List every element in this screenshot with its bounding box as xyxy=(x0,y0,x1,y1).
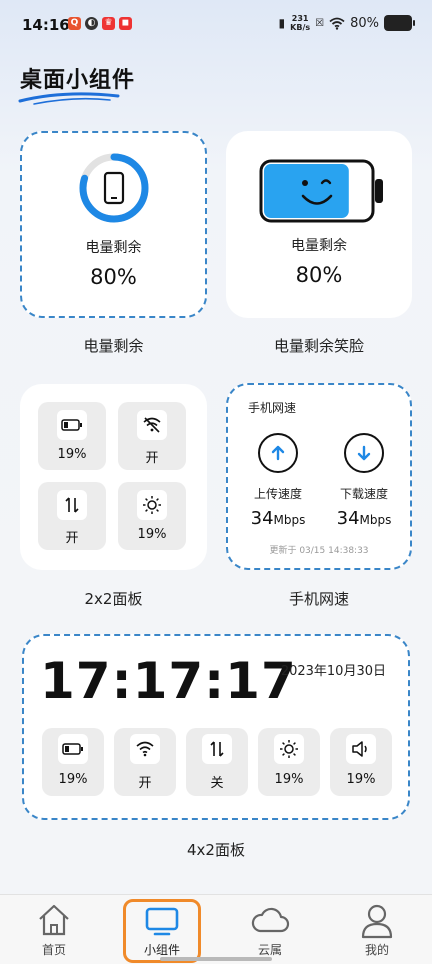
vibrate-icon: ▮ xyxy=(278,16,286,30)
battery-smile-icon xyxy=(259,159,383,223)
panel-4x2-tile-text: 19% xyxy=(346,772,376,787)
panel-2x2-caption: 2x2面板 xyxy=(84,590,143,608)
net-speed-updated-time: 更新于 03/15 14:38:33 xyxy=(269,546,369,556)
app-notification-icon: Q xyxy=(68,17,81,30)
panel-4x2-tile-text: 开 xyxy=(138,776,152,791)
home-indicator xyxy=(160,957,272,961)
nav-label-widgets: 小组件 xyxy=(143,943,180,957)
sim-off-icon: ☒ xyxy=(315,17,325,29)
panel-4x2-tile-wifi[interactable]: 开 xyxy=(114,728,176,796)
panel-4x2-tile-text: 19% xyxy=(58,772,88,787)
status-bar: 14:16 Q ◐ ♛ ◼ ▮ 231 KB/s ☒ 80% xyxy=(0,0,432,50)
download-arrow-icon xyxy=(344,433,384,473)
notification-icons: Q ◐ ♛ ◼ xyxy=(68,17,132,30)
battery-ring-caption: 电量剩余 xyxy=(83,337,144,355)
panel-2x2-tile-text: 开 xyxy=(145,451,159,466)
net-speed-widget[interactable]: 手机网速 上传速度 下载速度 34Mbps 34Mbps 更新于 03/15 1… xyxy=(226,383,412,570)
brightness-icon xyxy=(274,734,304,764)
panel-4x2-tile-data[interactable]: 关 xyxy=(186,728,248,796)
battery-smile-caption: 电量剩余笑脸 xyxy=(273,337,364,355)
panel-2x2-tile-wifi[interactable]: 开 xyxy=(118,402,186,470)
status-right: ▮ 231 KB/s ☒ 80% xyxy=(278,14,415,32)
wifi-off-icon xyxy=(137,410,167,440)
upload-label: 上传速度 xyxy=(253,487,302,501)
download-label: 下载速度 xyxy=(339,487,388,501)
upload-unit: Mbps xyxy=(273,513,306,527)
panel-2x2-tile-battery[interactable]: 19% xyxy=(38,402,106,470)
battery-smile-value: 80% xyxy=(295,263,343,287)
panel-4x2-caption: 4x2面板 xyxy=(187,841,245,859)
battery-percent: 80% xyxy=(350,15,379,31)
panel-2x2-tile-brightness[interactable]: 19% xyxy=(118,482,186,550)
panel-4x2-tile-battery[interactable]: 19% xyxy=(42,728,104,796)
nav-item-home[interactable]: 首页 xyxy=(14,895,94,963)
panel-4x2-tile-text: 关 xyxy=(210,776,224,791)
title-underline-decoration xyxy=(18,92,120,105)
download-value-number: 34 xyxy=(336,508,360,529)
home-icon xyxy=(39,904,69,936)
panel-4x2-widget[interactable]: 17:17:17 2023年10月30日 19% 开 关 19% 19% xyxy=(22,634,410,820)
panel-2x2-tile-text: 开 xyxy=(65,531,79,546)
battery-ring-value: 80% xyxy=(90,265,137,289)
battery-icon xyxy=(58,734,88,764)
nav-item-profile[interactable]: 我的 xyxy=(337,895,417,963)
battery-icon xyxy=(57,410,87,440)
upload-value-number: 34 xyxy=(250,508,274,529)
wifi-status-icon xyxy=(329,17,345,30)
nav-item-cloud[interactable]: 云属 xyxy=(230,895,310,963)
panel-4x2-tile-volume[interactable]: 19% xyxy=(330,728,392,796)
battery-ring-label: 电量剩余 xyxy=(85,240,142,256)
panel-2x2-tile-text: 19% xyxy=(57,447,87,462)
download-unit: Mbps xyxy=(359,513,392,527)
net-speed-indicator: 231 KB/s xyxy=(290,14,310,32)
battery-smile-label: 电量剩余 xyxy=(291,238,347,254)
monitor-icon xyxy=(145,907,179,936)
app-notification-icon: ◐ xyxy=(85,17,98,30)
person-icon xyxy=(361,904,393,939)
battery-ring-icon xyxy=(79,153,149,223)
panel-2x2-tile-data[interactable]: 开 xyxy=(38,482,106,550)
panel-2x2-widget[interactable]: 19% 开 开 19% xyxy=(20,384,207,570)
volume-icon xyxy=(346,734,376,764)
net-speed-title: 手机网速 xyxy=(248,401,297,415)
download-value: 34Mbps xyxy=(319,508,409,529)
upload-value: 34Mbps xyxy=(233,508,323,529)
panel-4x2-tile-text: 19% xyxy=(274,772,304,787)
bottom-nav: 首页 小组件 云属 我的 xyxy=(0,894,432,964)
clock-time: 17:17:17 xyxy=(40,652,297,710)
battery-smile-widget[interactable]: 电量剩余 80% xyxy=(226,131,412,318)
net-speed-unit: KB/s xyxy=(290,23,311,32)
nav-label-profile: 我的 xyxy=(364,943,389,957)
battery-smile-fill xyxy=(264,164,349,218)
app-notification-icon: ♛ xyxy=(102,17,115,30)
panel-4x2-tile-brightness[interactable]: 19% xyxy=(258,728,320,796)
data-transfer-icon xyxy=(57,490,87,520)
panel-2x2-tile-text: 19% xyxy=(137,527,167,542)
cloud-icon xyxy=(251,907,290,933)
brightness-icon xyxy=(137,490,167,520)
data-transfer-icon xyxy=(202,734,232,764)
clock-date: 2023年10月30日 xyxy=(280,664,386,679)
net-speed-caption: 手机网速 xyxy=(288,590,349,608)
upload-arrow-icon xyxy=(258,433,298,473)
status-time: 14:16 xyxy=(22,16,70,34)
nav-label-cloud: 云属 xyxy=(257,943,282,957)
battery-status-icon xyxy=(384,15,415,31)
wifi-icon xyxy=(130,734,160,764)
nav-label-home: 首页 xyxy=(41,943,66,957)
battery-ring-widget[interactable]: 电量剩余 80% xyxy=(20,131,207,318)
nav-item-widgets[interactable]: 小组件 xyxy=(123,899,201,963)
app-notification-icon: ◼ xyxy=(119,17,132,30)
net-speed-value: 231 xyxy=(291,14,309,23)
